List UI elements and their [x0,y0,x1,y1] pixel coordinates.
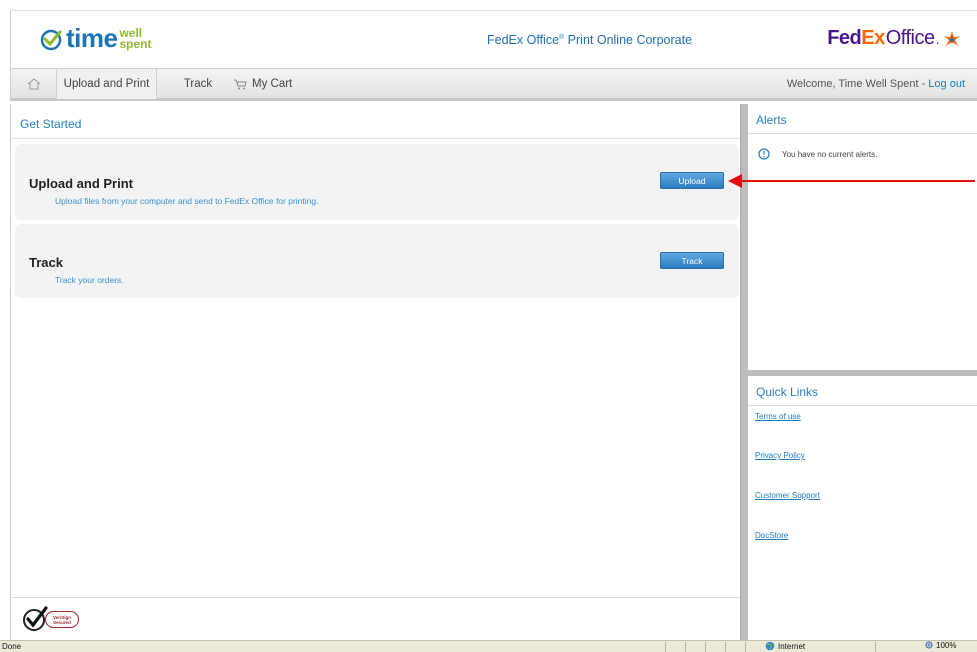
track-card: Track Track your orders. Track [15,224,739,298]
no-alerts-text: You have no current alerts. [782,149,878,159]
nav-bar: Upload and Print Track My Cart Welcome, … [10,68,977,101]
zoom-control[interactable]: 100% [925,641,956,650]
zoom-level: 100% [936,641,957,650]
alert-message-row: You have no current alerts. [758,148,877,160]
main-footer: VeriSign Secured [11,597,741,640]
page-title: FedEx Office® Print Online Corporate [487,33,692,47]
welcome-text: Welcome, Time Well Spent - [786,78,929,90]
brand-spent-text: spent [119,36,152,51]
home-icon [27,78,40,90]
get-started-title: Get Started [20,117,82,131]
status-divider [705,642,706,652]
title-fedex-office: FedEx Office [487,33,560,47]
track-button[interactable]: Track [660,252,724,269]
nav-home[interactable] [11,69,57,99]
customer-support-link[interactable]: Customer Support [755,491,820,500]
zone-label: Internet [778,641,806,651]
fedex-office-logo: Fed Ex Office. [827,27,961,50]
fedex-star-icon [943,30,961,46]
checkmark-clock-icon [40,29,62,50]
status-text: Done [2,642,22,651]
docstore-link[interactable]: DocStore [755,531,788,540]
title-print-online: Print Online Corporate [564,33,693,47]
privacy-policy-link[interactable]: Privacy Policy [755,451,805,460]
fedex-dot-text: . [935,30,940,47]
annotation-arrow [728,174,975,188]
status-divider [875,642,876,652]
fedex-office-text: Office [885,27,935,49]
track-card-title: Track [29,255,63,270]
alerts-title: Alerts [756,113,787,127]
get-started-header: Get Started [11,108,741,139]
nav-cart-label: My Cart [252,78,293,90]
terms-of-use-link[interactable]: Terms of use [755,412,801,421]
status-divider [725,642,726,652]
status-divider [685,642,686,652]
globe-icon [765,641,775,651]
status-divider [665,642,666,652]
verisign-secured-badge[interactable]: VeriSign Secured [22,606,79,632]
alerts-panel: Alerts You have no current alerts. [748,104,977,370]
brand-time-text: time [66,23,118,53]
quick-links-panel: Quick Links Terms of use Privacy Policy … [748,376,977,640]
security-zone[interactable]: Internet [765,641,805,651]
upload-and-print-card: Upload and Print Upload files from your … [15,144,739,220]
fedex-fed-text: Fed [827,27,862,49]
nav-my-cart[interactable]: My Cart [233,69,313,99]
app-header: time well spent FedEx Office® Print Onli… [10,10,977,68]
time-well-spent-logo[interactable]: time well spent [39,23,151,54]
upload-button[interactable]: Upload [660,172,724,189]
logout-link[interactable]: Log out [928,78,965,90]
zoom-icon [925,641,933,649]
upload-card-description: Upload files from your computer and send… [55,196,319,206]
verisign-secured-label: VeriSign Secured [45,610,79,628]
info-icon [758,148,770,160]
status-divider [745,642,746,652]
welcome-message: Welcome, Time Well Spent - Log out [787,69,965,99]
browser-status-bar: Done Internet 100% [0,640,977,652]
cart-icon [234,79,247,89]
quick-links-header: Quick Links [748,376,977,406]
track-card-description: Track your orders. [55,275,124,285]
fedex-ex-text: Ex [861,27,885,49]
quick-links-title: Quick Links [756,385,819,399]
alerts-header: Alerts [748,104,977,134]
get-started-panel: Get Started Upload and Print Upload file… [10,104,741,640]
upload-card-title: Upload and Print [29,176,133,191]
nav-track[interactable]: Track [173,69,223,99]
nav-upload-and-print[interactable]: Upload and Print [57,69,157,99]
